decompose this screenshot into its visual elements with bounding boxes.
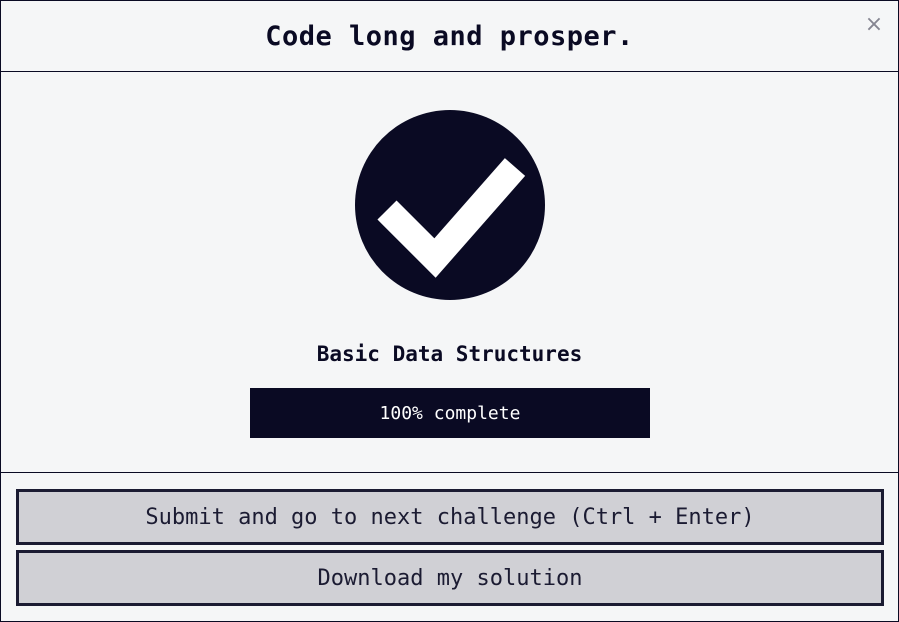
- download-solution-button[interactable]: Download my solution: [16, 550, 884, 606]
- challenge-title: Basic Data Structures: [316, 342, 583, 366]
- close-icon[interactable]: ×: [864, 14, 884, 36]
- check-circle-icon: [355, 110, 545, 300]
- progress-label: 100% complete: [379, 402, 521, 424]
- modal-footer: Submit and go to next challenge (Ctrl + …: [1, 473, 898, 621]
- modal-title: Code long and prosper.: [265, 20, 634, 52]
- submit-next-button[interactable]: Submit and go to next challenge (Ctrl + …: [16, 489, 884, 545]
- modal-header: Code long and prosper. ×: [1, 1, 898, 72]
- completion-modal: Code long and prosper. × Basic Data Stru…: [0, 0, 899, 622]
- modal-body: Basic Data Structures 100% complete: [1, 72, 898, 473]
- progress-bar: 100% complete: [250, 388, 650, 438]
